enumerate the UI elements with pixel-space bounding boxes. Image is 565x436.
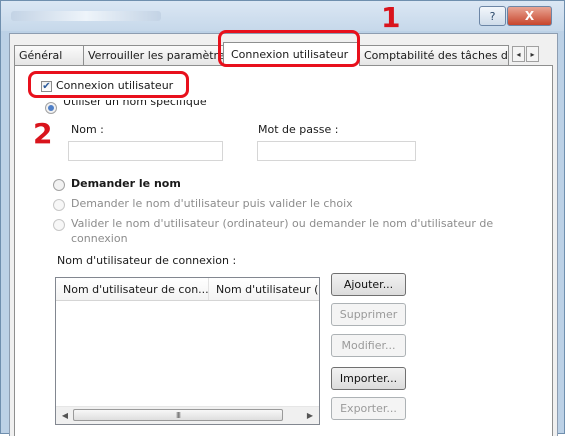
window-title-blurred — [11, 11, 161, 21]
validate-computer-name-label-line2: connexion — [71, 232, 128, 245]
export-button[interactable]: Exporter... — [331, 397, 406, 420]
scroll-right-arrow-icon[interactable]: ▶ — [304, 409, 316, 421]
tab-lock-settings[interactable]: Verrouiller les paramètres — [83, 45, 225, 65]
specific-name-radio-label: Utiliser un nom spécifique — [63, 100, 207, 108]
dialog-window: ? X Général Verrouiller les paramètres C… — [0, 0, 565, 436]
close-icon: X — [524, 9, 535, 23]
chevron-right-icon: ▸ — [530, 49, 535, 59]
validate-computer-name-radio[interactable] — [53, 219, 65, 231]
close-button[interactable]: X — [507, 6, 552, 26]
tab-label: Verrouiller les paramètres — [88, 49, 225, 62]
delete-button[interactable]: Supprimer — [331, 303, 406, 326]
specific-name-radio[interactable] — [45, 102, 57, 114]
tab-general[interactable]: Général — [14, 45, 84, 65]
highlight-box-tab — [218, 30, 360, 67]
ask-name-validate-radio[interactable] — [53, 199, 65, 211]
tab-label: Général — [19, 49, 63, 62]
ask-name-radio[interactable] — [53, 179, 65, 191]
validate-computer-name-label-line1: Valider le nom d'utilisateur (ordinateur… — [71, 217, 494, 230]
ask-name-radio-label[interactable]: Demander le nom — [71, 177, 181, 190]
scroll-thumb-grip: III — [175, 410, 181, 420]
login-names-list[interactable]: Nom d'utilisateur de con... Nom d'utilis… — [55, 277, 320, 425]
login-names-label: Nom d'utilisateur de connexion : — [57, 254, 237, 267]
column-header-user-name[interactable]: Nom d'utilisateur ( — [209, 278, 319, 300]
help-button[interactable]: ? — [479, 6, 506, 26]
ask-name-validate-radio-label: Demander le nom d'utilisateur puis valid… — [71, 197, 353, 210]
tab-scroll-left-button[interactable]: ◂ — [512, 46, 525, 62]
import-button[interactable]: Importer... — [331, 367, 406, 390]
callout-step-2: 2 — [33, 117, 53, 150]
name-input[interactable] — [68, 141, 223, 161]
name-label: Nom : — [71, 123, 104, 136]
scroll-thumb[interactable]: III — [73, 409, 283, 421]
scroll-left-arrow-icon[interactable]: ◀ — [59, 409, 71, 421]
add-button[interactable]: Ajouter... — [331, 273, 406, 296]
horizontal-scrollbar[interactable]: ◀ III ▶ — [56, 406, 319, 424]
help-icon: ? — [489, 9, 496, 23]
password-label: Mot de passe : — [258, 123, 339, 136]
title-bar[interactable]: ? X — [1, 1, 564, 31]
tab-job-accounting[interactable]: Comptabilité des tâches d'i — [359, 45, 509, 65]
list-header: Nom d'utilisateur de con... Nom d'utilis… — [56, 278, 319, 301]
highlight-box-checkbox — [28, 71, 189, 98]
tab-label: Comptabilité des tâches d'i — [364, 49, 509, 62]
edit-button[interactable]: Modifier... — [331, 334, 406, 357]
chevron-left-icon: ◂ — [516, 49, 521, 59]
tab-scroll-right-button[interactable]: ▸ — [526, 46, 539, 62]
column-header-login-name[interactable]: Nom d'utilisateur de con... — [56, 278, 209, 300]
callout-step-1: 1 — [381, 1, 401, 34]
password-input[interactable] — [257, 141, 416, 161]
specific-name-radio-text: Utiliser un nom spécifique — [63, 100, 207, 108]
